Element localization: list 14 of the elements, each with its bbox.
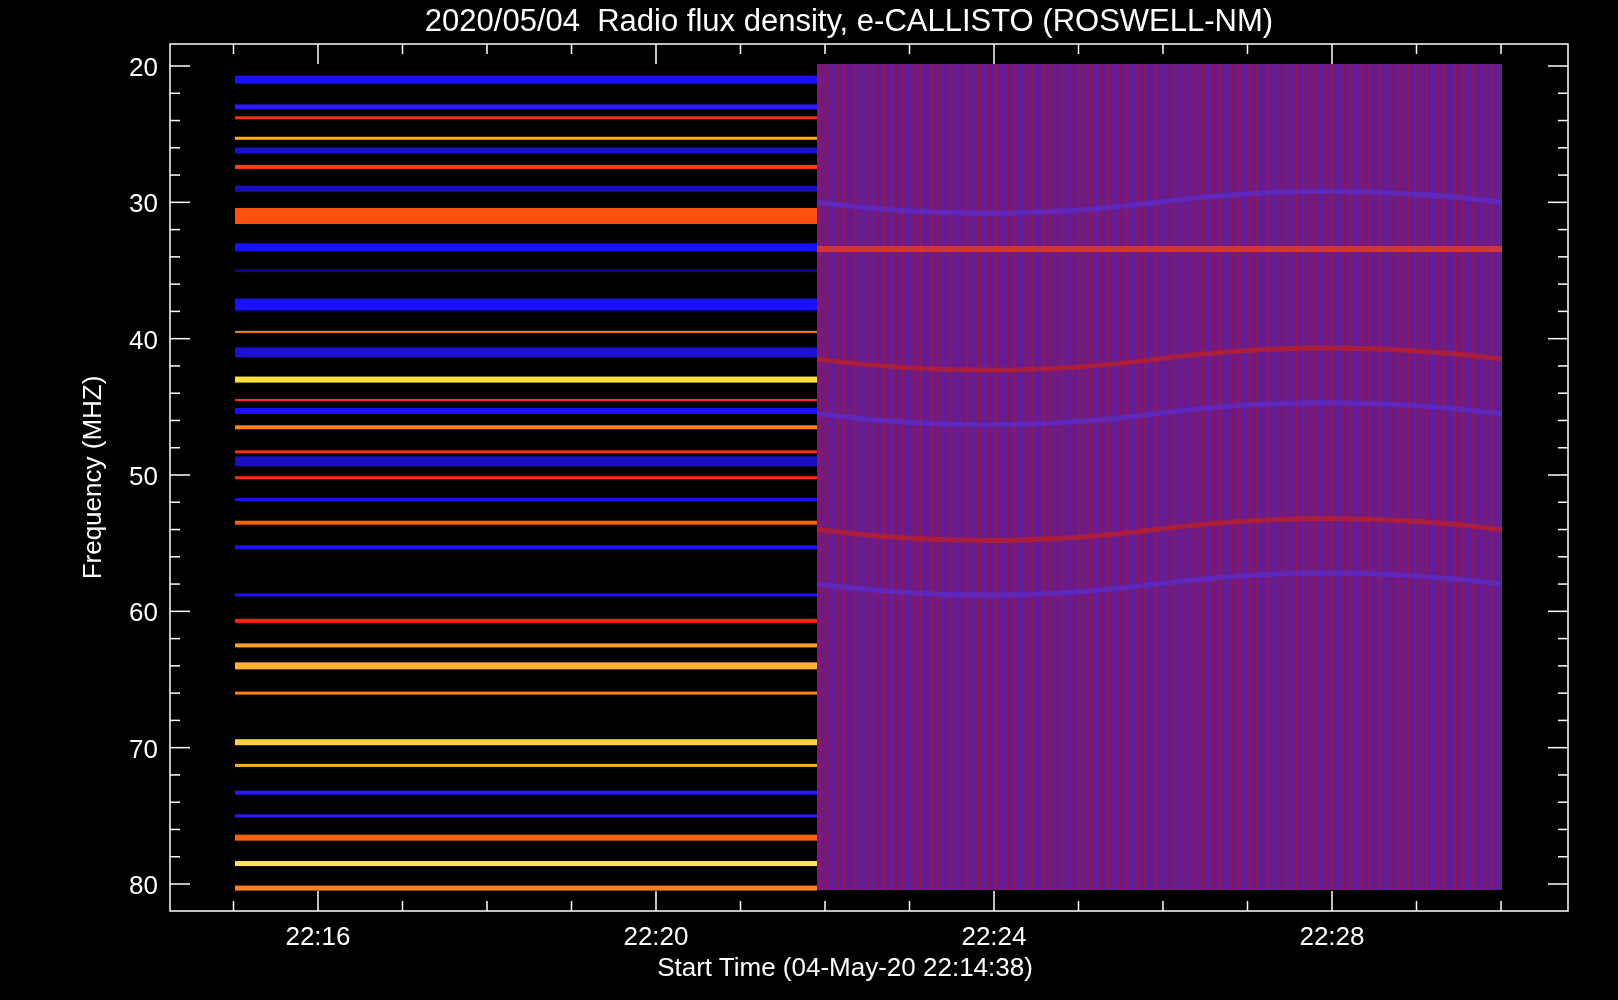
y-tick-label: 50 xyxy=(129,461,158,491)
y-tick-label: 30 xyxy=(129,188,158,219)
y-tick-label: 20 xyxy=(129,52,158,82)
x-tick-label: 22:28 xyxy=(1299,921,1365,951)
y-tick-label: 60 xyxy=(129,597,158,628)
x-tick-label: 22:16 xyxy=(285,921,351,951)
x-tick-label: 22:20 xyxy=(623,921,689,951)
y-tick-label: 70 xyxy=(129,733,158,764)
chart-title: 2020/05/04 Radio flux density, e-CALLISTO (ROSWELL-NM) xyxy=(424,3,1274,38)
x-tick-label: 22:24 xyxy=(961,921,1027,951)
x-axis-label: Start Time (04-May-20 22:14:38) xyxy=(657,952,1033,982)
y-tick-label: 80 xyxy=(129,870,158,900)
y-axis-label: Frequency (MHZ) xyxy=(77,375,107,580)
y-tick-label: 40 xyxy=(129,324,158,355)
